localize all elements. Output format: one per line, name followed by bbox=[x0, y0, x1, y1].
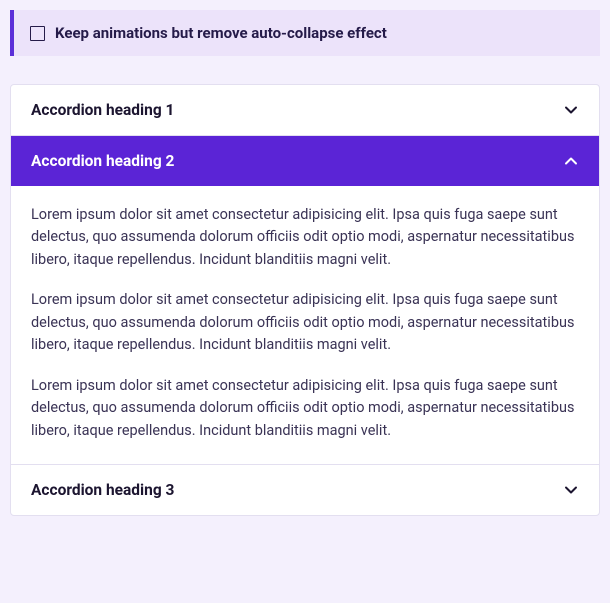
accordion-item-2: Accordion heading 2 Lorem ipsum dolor si… bbox=[11, 136, 599, 465]
accordion-body-2: Lorem ipsum dolor sit amet consectetur a… bbox=[11, 186, 599, 464]
chevron-up-icon bbox=[563, 153, 579, 169]
accordion-paragraph: Lorem ipsum dolor sit amet consectetur a… bbox=[31, 289, 579, 356]
accordion-heading-label: Accordion heading 2 bbox=[31, 152, 174, 170]
instruction-bar: Keep animations but remove auto-collapse… bbox=[10, 10, 600, 56]
chevron-down-icon bbox=[563, 482, 579, 498]
accordion-paragraph: Lorem ipsum dolor sit amet consectetur a… bbox=[31, 204, 579, 271]
chevron-down-icon bbox=[563, 102, 579, 118]
accordion-header-2[interactable]: Accordion heading 2 bbox=[11, 136, 599, 186]
accordion-heading-label: Accordion heading 3 bbox=[31, 481, 174, 499]
accordion-item-3: Accordion heading 3 bbox=[11, 465, 599, 515]
accordion: Accordion heading 1 Accordion heading 2 … bbox=[10, 84, 600, 516]
instruction-text: Keep animations but remove auto-collapse… bbox=[55, 24, 387, 42]
checkbox-icon[interactable] bbox=[30, 26, 45, 41]
accordion-header-1[interactable]: Accordion heading 1 bbox=[11, 85, 599, 135]
accordion-heading-label: Accordion heading 1 bbox=[31, 101, 174, 119]
accordion-header-3[interactable]: Accordion heading 3 bbox=[11, 465, 599, 515]
accordion-paragraph: Lorem ipsum dolor sit amet consectetur a… bbox=[31, 375, 579, 442]
accordion-item-1: Accordion heading 1 bbox=[11, 85, 599, 136]
